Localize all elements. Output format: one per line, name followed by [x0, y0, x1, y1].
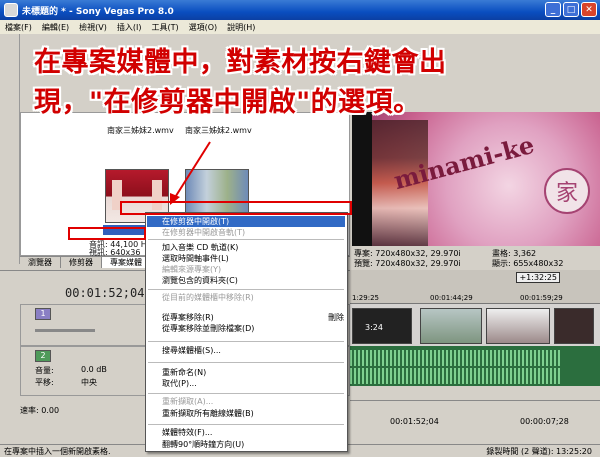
menu-item-select-timeline-events[interactable]: 選取時間軸事件(L)	[162, 253, 342, 264]
menu-shortcut-delete: 刪除	[328, 313, 344, 322]
menu-item-rename[interactable]: 重新命名(N)	[162, 367, 342, 378]
menu-item-search-bins[interactable]: 搜尋媒體櫃(S)...	[162, 345, 342, 356]
menu-item-add-cd-track[interactable]: 加入音樂 CD 軌道(K)	[162, 242, 342, 253]
volume-label: 音量:	[35, 366, 54, 375]
track-number: 1	[35, 308, 51, 320]
timeline-ruler[interactable]: +1:32:25 1:29:25 00:01:44;29 00:01:59;29	[350, 270, 600, 304]
tab-trimmer[interactable]: 修剪器	[61, 257, 102, 268]
preview-display-info: 顯示: 655x480x32	[492, 259, 564, 268]
menu-item-recapture: 重新擷取(A)...	[162, 397, 214, 406]
menu-tools[interactable]: 工具(T)	[151, 22, 178, 33]
menu-item-rotate-90[interactable]: 翻轉90°順時鐘方向(U)	[162, 439, 342, 450]
menu-item-remove-and-delete[interactable]: 從專案移除並刪除檔案(D)	[162, 323, 342, 334]
menu-item-remove-from-bin: 從目前的媒體櫃中移除(R)	[162, 293, 254, 302]
annotation-highlight-box	[120, 201, 352, 215]
video-clip[interactable]: 3:24	[352, 308, 412, 344]
video-clip[interactable]	[486, 308, 550, 344]
menu-bar: 檔案(F) 編輯(E) 檢視(V) 插入(I) 工具(T) 選項(O) 說明(H…	[0, 20, 600, 34]
window-title: 未標題的 * - Sony Vegas Pro 8.0	[22, 6, 174, 17]
rate-label: 速率: 0.00	[20, 406, 60, 415]
media-file-name: 南家三姊妹2.wmv	[185, 126, 252, 135]
record-time: 錄製時間 (2 聲道): 13:25:20	[486, 446, 592, 456]
transport-bar: 00:01:52;04 00:00:07;28	[350, 400, 600, 428]
preview-info: 專案: 720x480x32, 29.970i 畫格: 3,362 預覽: 72…	[352, 246, 600, 270]
title-bar: 未標題的 * - Sony Vegas Pro 8.0 _ □ ✕	[0, 0, 600, 20]
left-toolbar	[0, 34, 20, 264]
media-file-name: 南家三姊妹2.wmv	[107, 126, 174, 135]
pan-value: 中央	[81, 378, 97, 387]
menu-item-recapture-offline[interactable]: 重新擷取所有離線媒體(B)	[162, 408, 342, 419]
menu-item-media-fx[interactable]: 媒體特效(F)...	[162, 427, 342, 438]
ruler-tick-label: 00:01:44;29	[430, 294, 473, 302]
transport-length: 00:00:07;28	[520, 417, 569, 426]
menu-item-edit-source-project: 編輯來源專案(Y)	[162, 265, 222, 274]
context-menu: 在修剪器中開啟(T) 在修剪器中開啟音軌(T) 加入音樂 CD 軌道(K) 選取…	[145, 212, 348, 452]
video-clip[interactable]	[554, 308, 594, 344]
audio-waveform	[350, 350, 560, 366]
menu-options[interactable]: 選項(O)	[189, 22, 218, 33]
pan-label: 平移:	[35, 378, 54, 387]
preview-res-info: 預覽: 720x480x32, 29.970i	[354, 259, 461, 268]
menu-separator	[148, 341, 344, 342]
annotation-media-box	[68, 227, 146, 240]
video-clip[interactable]	[420, 308, 482, 344]
audio-lane[interactable]	[350, 346, 600, 386]
menu-insert[interactable]: 插入(I)	[117, 22, 142, 33]
menu-separator	[148, 393, 344, 394]
tab-explorer[interactable]: 瀏覽器	[20, 257, 61, 268]
clip-label: 3:24	[365, 323, 383, 332]
menu-separator	[148, 239, 344, 240]
menu-item-remove-from-project[interactable]: 從專案移除(R)	[162, 312, 342, 323]
menu-item-open-in-trimmer[interactable]: 在修剪器中開啟(T)	[147, 216, 345, 227]
annotation-line-1: 在專案媒體中，對素材按右鍵會出	[34, 47, 447, 78]
track-number: 2	[35, 350, 51, 362]
video-preview: minami-ke 家	[352, 112, 600, 246]
status-text: 在專案中插入一個新開啟素格.	[4, 446, 111, 456]
menu-separator	[148, 424, 344, 425]
preview-seal: 家	[544, 168, 590, 214]
close-button[interactable]: ✕	[581, 2, 597, 17]
minimize-button[interactable]: _	[545, 2, 561, 17]
vegas-app-icon	[4, 3, 18, 17]
ruler-tick-label: 1:29:25	[352, 294, 379, 302]
video-lane[interactable]: 3:24	[350, 304, 600, 346]
timeline-timecode: 00:01:52;04	[65, 286, 145, 300]
menu-file[interactable]: 檔案(F)	[5, 22, 32, 33]
menu-item-explore-folder[interactable]: 瀏覽包含的資料夾(C)	[162, 275, 342, 286]
tab-project-media[interactable]: 專案媒體	[102, 257, 151, 268]
menu-item-replace[interactable]: 取代(P)...	[162, 378, 342, 389]
transport-time: 00:01:52;04	[390, 417, 439, 426]
menu-separator	[148, 289, 344, 290]
menu-view[interactable]: 檢視(V)	[79, 22, 107, 33]
audio-waveform	[350, 368, 560, 384]
menu-edit[interactable]: 編輯(E)	[42, 22, 69, 33]
annotation-line-2: 現，"在修剪器中開啟"的選項。	[34, 87, 421, 118]
menu-help[interactable]: 說明(H)	[227, 22, 255, 33]
menu-separator	[148, 362, 344, 363]
ruler-tick-label: 00:01:59;29	[520, 294, 563, 302]
maximize-button[interactable]: □	[563, 2, 579, 17]
volume-value: 0.0 dB	[81, 365, 107, 374]
timeline-marker: +1:32:25	[516, 272, 560, 283]
menu-item-open-audio-in-trimmer: 在修剪器中開啟音軌(T)	[162, 228, 246, 237]
level-slider[interactable]	[35, 329, 95, 332]
window-controls: _ □ ✕	[545, 2, 597, 17]
